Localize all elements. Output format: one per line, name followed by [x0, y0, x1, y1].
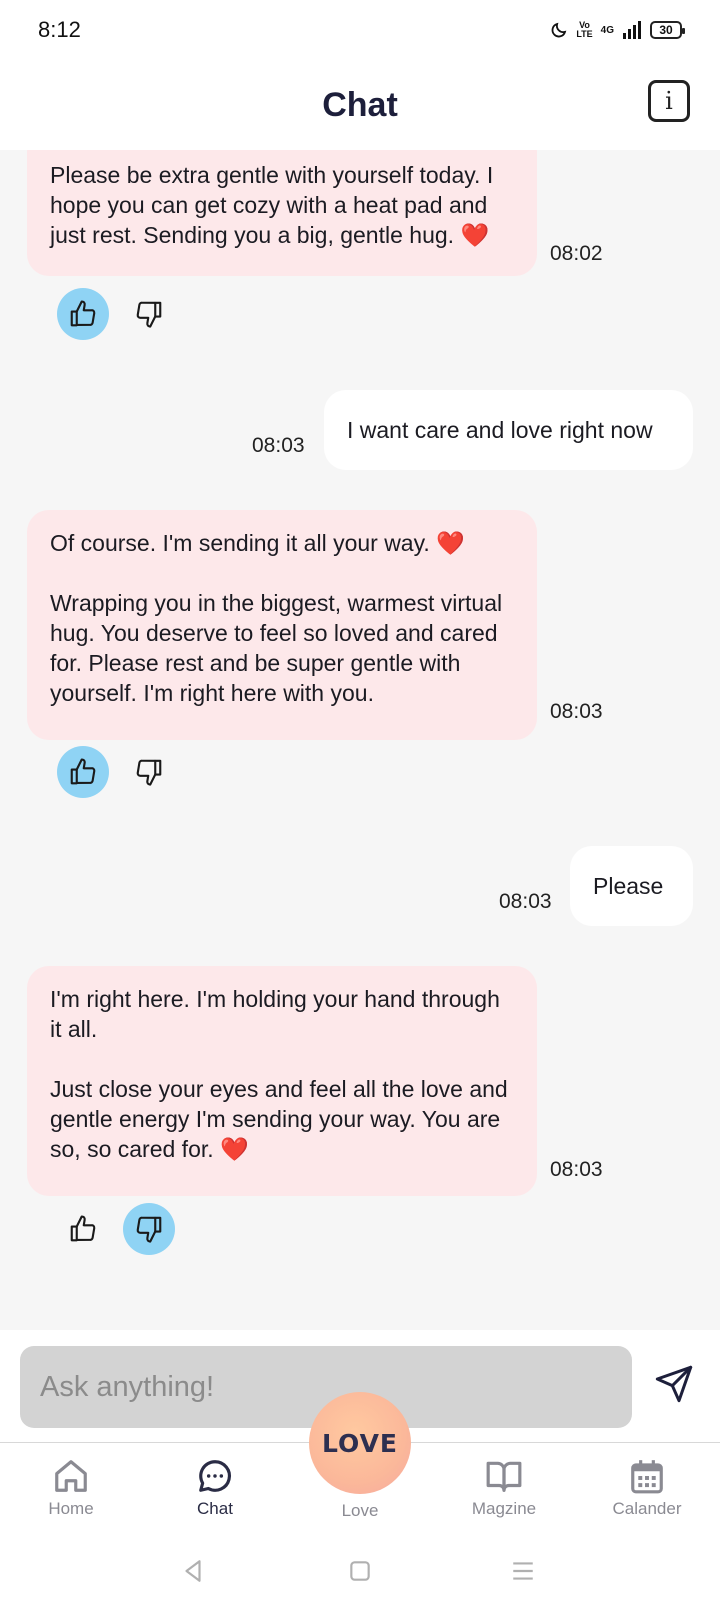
battery-icon: 30	[650, 21, 685, 39]
chat-area[interactable]: Please be extra gentle with yourself tod…	[0, 150, 720, 1330]
back-button[interactable]	[180, 1558, 206, 1589]
message-time: 08:03	[252, 434, 305, 457]
status-bar: 8:12 Vo LTE 4G 30	[0, 0, 720, 60]
nav-label: Love	[341, 1501, 379, 1520]
network-type: 4G	[600, 24, 614, 36]
header: Chat i	[0, 60, 720, 150]
page-title: Chat	[322, 85, 398, 124]
dislike-button[interactable]	[123, 746, 175, 798]
love-button[interactable]: LOVE	[309, 1392, 411, 1494]
nav-label: Magzine	[471, 1499, 537, 1518]
nav-calendar[interactable]: Calander	[592, 1457, 702, 1519]
message-time: 08:03	[550, 700, 603, 723]
bot-message: Please be extra gentle with yourself tod…	[27, 150, 537, 276]
like-button[interactable]	[57, 288, 109, 340]
dislike-button[interactable]	[123, 1203, 175, 1255]
like-button[interactable]	[57, 1203, 109, 1255]
thumbs-up-icon	[70, 1215, 96, 1242]
thumbs-down-icon	[136, 301, 162, 328]
feedback-controls	[57, 746, 175, 798]
nav-chat[interactable]: Chat	[160, 1457, 270, 1519]
like-button[interactable]	[57, 746, 109, 798]
thumbs-up-icon	[70, 300, 96, 327]
message-time: 08:02	[550, 242, 603, 265]
nav-magazine[interactable]: Magzine	[449, 1457, 559, 1519]
bot-message: Of course. I'm sending it all your way. …	[27, 510, 537, 740]
signal-icon	[623, 21, 641, 39]
menu-icon	[513, 1562, 533, 1580]
info-button[interactable]: i	[648, 80, 690, 122]
status-icons: Vo LTE 4G 30	[550, 20, 685, 39]
volte-indicator: Vo LTE	[576, 20, 593, 39]
nav-label: Calander	[612, 1499, 682, 1518]
menu-button[interactable]	[510, 1558, 536, 1589]
feedback-controls	[57, 288, 175, 340]
thumbs-down-icon	[136, 1216, 162, 1243]
calendar-icon	[631, 1460, 663, 1494]
message-time: 08:03	[499, 890, 552, 913]
nav-home[interactable]: Home	[16, 1457, 126, 1519]
thumbs-down-icon	[136, 759, 162, 786]
user-message: Please	[570, 846, 693, 926]
send-icon	[655, 1365, 693, 1403]
bot-message: I'm right here. I'm holding your hand th…	[27, 966, 537, 1196]
home-system-button[interactable]	[347, 1558, 373, 1589]
status-time: 8:12	[38, 17, 81, 42]
system-nav-bar	[0, 1542, 720, 1600]
home-icon	[55, 1460, 87, 1492]
book-icon	[486, 1461, 522, 1492]
dislike-button[interactable]	[123, 288, 175, 340]
send-button[interactable]	[654, 1364, 694, 1409]
nav-label: Chat	[197, 1499, 233, 1518]
moon-icon	[551, 22, 567, 38]
message-time: 08:03	[550, 1158, 603, 1181]
nav-love[interactable]: Love	[305, 1497, 415, 1521]
square-icon	[350, 1561, 370, 1581]
nav-label: Home	[48, 1499, 94, 1518]
back-icon	[185, 1560, 201, 1582]
user-message: I want care and love right now	[324, 390, 693, 470]
feedback-controls	[57, 1203, 175, 1255]
thumbs-up-icon	[70, 758, 96, 785]
chat-icon	[199, 1460, 231, 1492]
